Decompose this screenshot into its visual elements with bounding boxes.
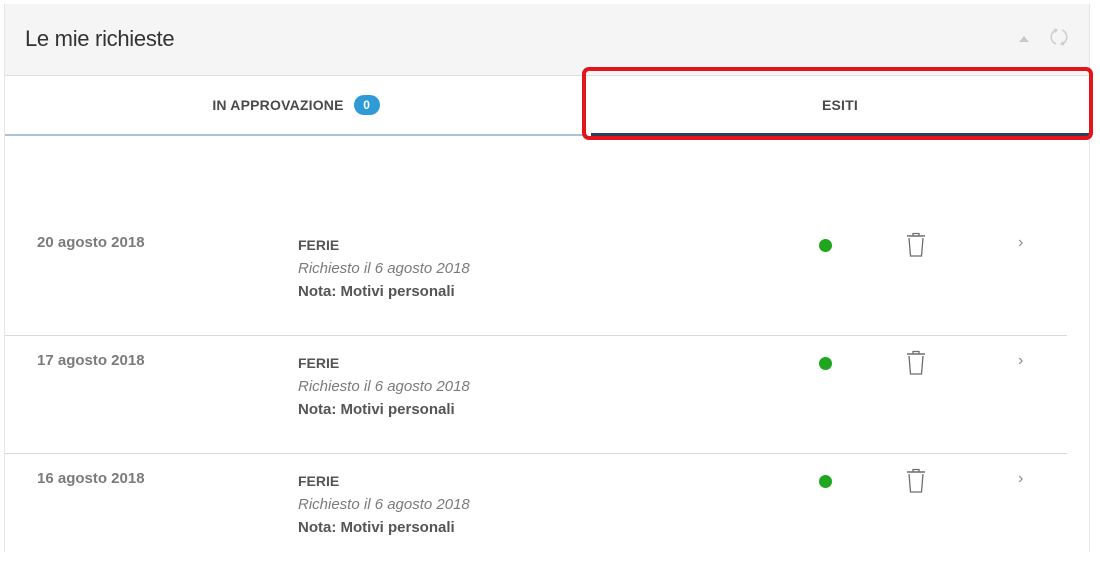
panel-title: Le mie richieste [25,26,175,51]
panel-header: Le mie richieste [5,4,1089,76]
request-submitted-date: Richiesto il 6 agosto 2018 [298,260,470,277]
tab-label: IN APPROVAZIONE [212,97,344,113]
tab-esiti[interactable]: ESITI [591,76,1089,136]
status-indicator [819,475,832,488]
trash-icon[interactable] [905,350,927,376]
list-item[interactable]: 17 agosto 2018 FERIE Richiesto il 6 agos… [5,336,1067,454]
requests-panel: Le mie richieste IN APPROVAZIONE 0 ESITI… [4,4,1090,552]
request-note: Nota: Motivi personali [298,283,455,300]
list-item[interactable]: 20 agosto 2018 FERIE Richiesto il 6 agos… [5,218,1067,336]
request-date: 16 agosto 2018 [37,470,145,487]
request-info: FERIE Richiesto il 6 agosto 2018 Nota: M… [298,352,470,421]
request-submitted-date: Richiesto il 6 agosto 2018 [298,378,470,395]
trash-icon[interactable] [905,232,927,258]
request-info: FERIE Richiesto il 6 agosto 2018 Nota: M… [298,470,470,539]
request-note: Nota: Motivi personali [298,519,455,536]
request-type: FERIE [298,355,340,371]
status-indicator [819,357,832,370]
request-date: 20 agosto 2018 [37,234,145,251]
tab-in-approvazione[interactable]: IN APPROVAZIONE 0 [5,76,587,136]
status-indicator [819,239,832,252]
count-badge: 0 [353,95,380,115]
chevron-right-icon[interactable]: › [1018,352,1023,370]
triangle-up-icon[interactable] [1019,36,1029,42]
request-submitted-date: Richiesto il 6 agosto 2018 [298,496,470,513]
trash-icon[interactable] [905,468,927,494]
request-type: FERIE [298,237,340,253]
list-item[interactable]: 16 agosto 2018 FERIE Richiesto il 6 agos… [5,454,1067,572]
tab-label: ESITI [821,96,858,113]
request-note: Nota: Motivi personali [298,401,455,418]
request-info: FERIE Richiesto il 6 agosto 2018 Nota: M… [298,234,470,303]
chevron-right-icon[interactable]: › [1018,470,1023,488]
request-list: 20 agosto 2018 FERIE Richiesto il 6 agos… [5,218,1067,572]
tab-bar: IN APPROVAZIONE 0 ESITI [5,76,1089,136]
request-type: FERIE [298,473,340,489]
refresh-icon[interactable] [1049,27,1069,47]
request-date: 17 agosto 2018 [37,352,145,369]
chevron-right-icon[interactable]: › [1018,234,1023,252]
